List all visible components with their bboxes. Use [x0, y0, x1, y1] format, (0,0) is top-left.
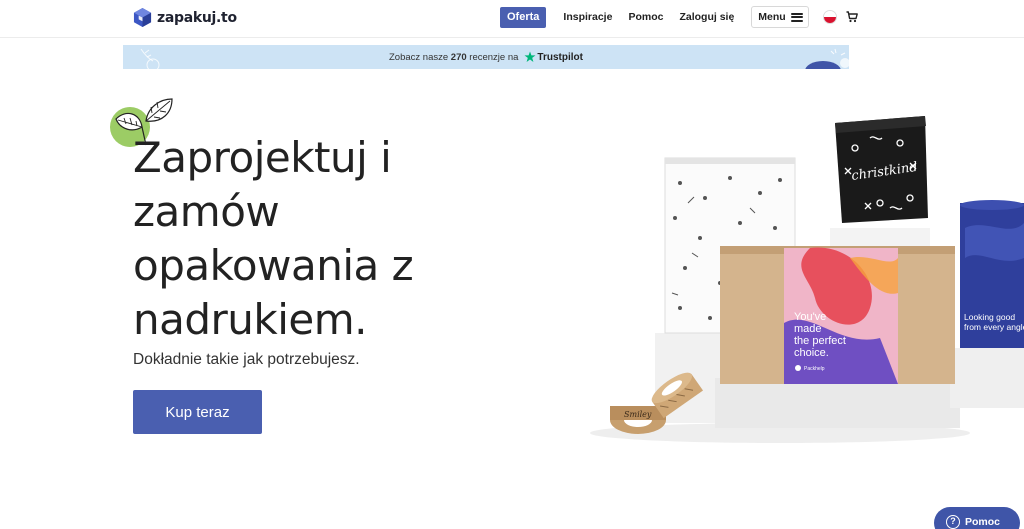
- trustpilot-banner[interactable]: Zobacz nasze 270 recenzje na Trustpilot: [123, 45, 849, 69]
- hero-title: Zaprojektuj i zamów opakowania z nadruki…: [133, 133, 414, 344]
- top-navbar: zapakuj.to Oferta Inspiracje Pomoc Zalog…: [0, 0, 1024, 38]
- help-label: Pomoc: [965, 516, 1001, 528]
- trust-text: Zobacz nasze 270 recenzje na: [389, 51, 519, 63]
- cart-icon[interactable]: [846, 11, 858, 23]
- kraft-box: You've made the perfect choice. Packhelp: [720, 246, 955, 384]
- navy-can: Looking good from every angle.: [960, 200, 1024, 348]
- nav-help-link[interactable]: Pomoc: [628, 7, 663, 28]
- box-brand-text: Packhelp: [804, 366, 825, 372]
- polish-flag-language-icon[interactable]: [822, 10, 837, 24]
- menu-label: Menu: [758, 11, 786, 23]
- question-mark-icon: ?: [946, 515, 960, 529]
- tape-text: Smiley: [624, 410, 652, 419]
- logo-text: zapakuj.to: [157, 9, 237, 26]
- review-count: 270: [450, 51, 467, 63]
- banner-decoration-left: [140, 48, 160, 69]
- logo-cube-icon: [133, 8, 152, 27]
- main-nav: Oferta Inspiracje Pomoc Zaloguj się Menu: [500, 6, 858, 28]
- banner-decoration-right: [805, 48, 849, 69]
- nav-login-link[interactable]: Zaloguj się: [679, 7, 734, 28]
- nav-offer-button[interactable]: Oferta: [500, 6, 547, 28]
- hero-subtitle: Dokładnie takie jak potrzebujesz.: [133, 351, 360, 368]
- black-bag: christkind: [835, 116, 928, 223]
- trustpilot-logo: Trustpilot: [524, 51, 583, 63]
- help-chat-button[interactable]: ? Pomoc: [934, 507, 1020, 529]
- trustpilot-star-icon: [524, 51, 536, 62]
- logo[interactable]: zapakuj.to: [133, 7, 237, 28]
- menu-button[interactable]: Menu: [751, 6, 809, 28]
- page: zapakuj.to Oferta Inspiracje Pomoc Zalog…: [0, 0, 1024, 529]
- buy-now-button[interactable]: Kup teraz: [133, 390, 262, 434]
- nav-inspiration-link[interactable]: Inspiracje: [563, 7, 612, 28]
- can-text: Looking good from every angle.: [964, 312, 1024, 332]
- product-packaging-illustration: ka christkind Looking good from every an…: [590, 116, 1024, 443]
- hamburger-icon: [790, 12, 803, 22]
